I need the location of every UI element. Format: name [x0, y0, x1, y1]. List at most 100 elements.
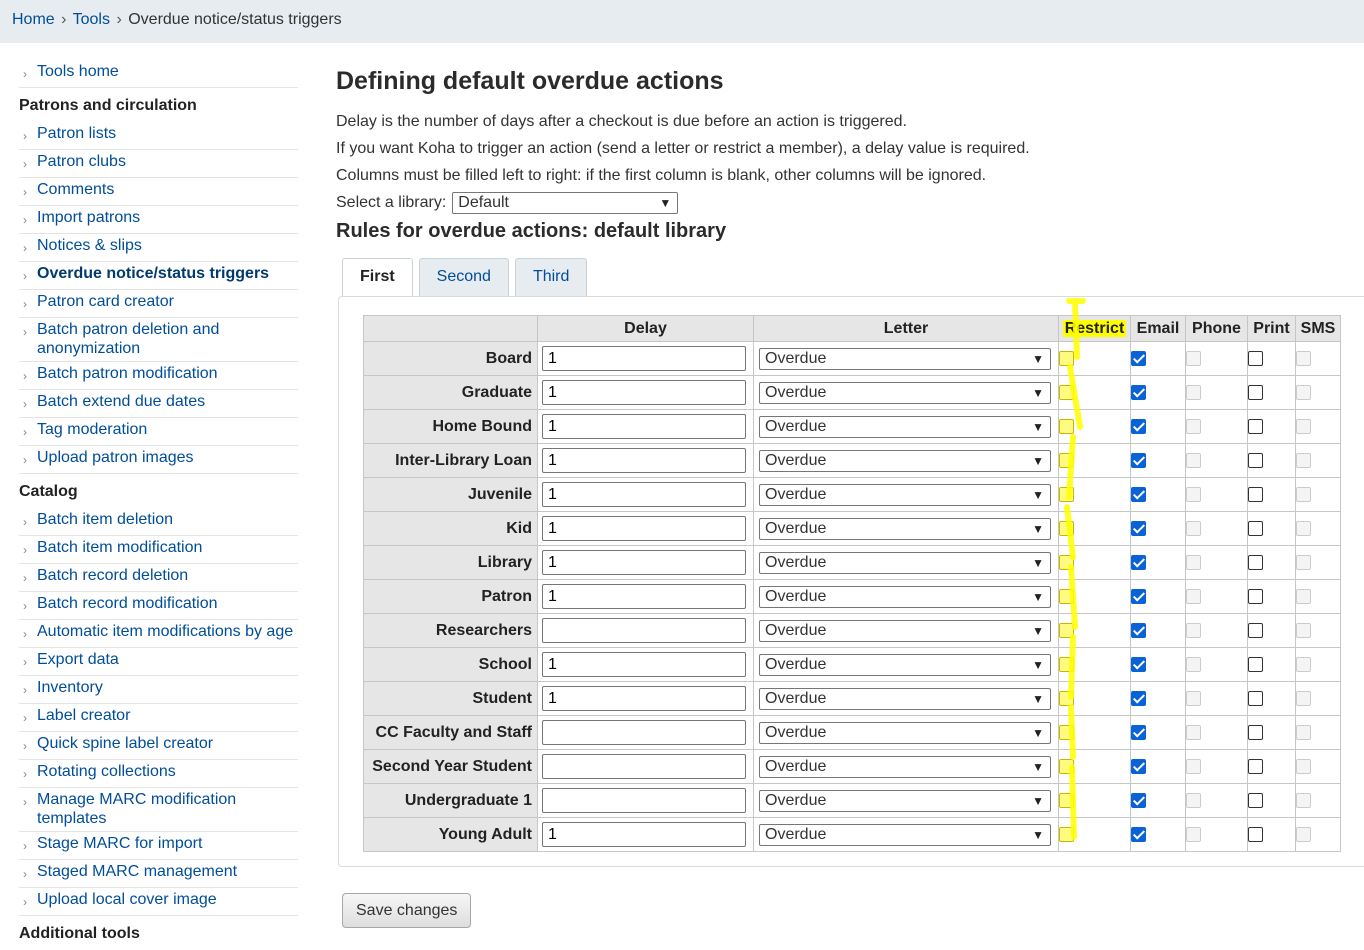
email-checkbox[interactable]	[1131, 622, 1146, 638]
sidebar-item[interactable]: › Batch record deletion	[19, 564, 298, 592]
sidebar-item[interactable]: › Batch item modification	[19, 536, 298, 564]
email-checkbox[interactable]	[1131, 588, 1146, 604]
sidebar-item-label[interactable]: Manage MARC modification templates	[37, 790, 298, 828]
restrict-checkbox[interactable]	[1059, 826, 1074, 842]
letter-select[interactable]: Overdue ▼	[759, 517, 1051, 540]
sidebar-item-label[interactable]: Upload local cover image	[37, 890, 217, 909]
restrict-checkbox[interactable]	[1059, 418, 1074, 434]
sidebar-item[interactable]: › Export data	[19, 648, 298, 676]
restrict-checkbox[interactable]	[1059, 350, 1074, 366]
sidebar-item[interactable]: › Batch patron modification	[19, 362, 298, 390]
restrict-checkbox[interactable]	[1059, 554, 1074, 570]
letter-select[interactable]: Overdue ▼	[759, 551, 1051, 574]
letter-select[interactable]: Overdue ▼	[759, 585, 1051, 608]
print-checkbox[interactable]	[1248, 554, 1263, 570]
sidebar-item-label[interactable]: Patron card creator	[37, 292, 174, 311]
sidebar-item[interactable]: › Comments	[19, 178, 298, 206]
delay-input[interactable]	[542, 652, 746, 677]
sidebar-item[interactable]: › Inventory	[19, 676, 298, 704]
email-checkbox[interactable]	[1131, 758, 1146, 774]
print-checkbox[interactable]	[1248, 418, 1263, 434]
sidebar-item[interactable]: › Import patrons	[19, 206, 298, 234]
print-checkbox[interactable]	[1248, 452, 1263, 468]
sidebar-item-label[interactable]: Upload patron images	[37, 448, 194, 467]
sidebar-item-label[interactable]: Patron lists	[37, 124, 116, 143]
email-checkbox[interactable]	[1131, 452, 1146, 468]
delay-input[interactable]	[542, 448, 746, 473]
sidebar-item[interactable]: › Patron card creator	[19, 290, 298, 318]
letter-select[interactable]: Overdue ▼	[759, 483, 1051, 506]
delay-input[interactable]	[542, 482, 746, 507]
print-checkbox[interactable]	[1248, 656, 1263, 672]
delay-input[interactable]	[542, 516, 746, 541]
sidebar-item[interactable]: › Label creator	[19, 704, 298, 732]
email-checkbox[interactable]	[1131, 826, 1146, 842]
restrict-checkbox[interactable]	[1059, 622, 1074, 638]
sidebar-item[interactable]: › Tag moderation	[19, 418, 298, 446]
email-checkbox[interactable]	[1131, 690, 1146, 706]
restrict-checkbox[interactable]	[1059, 690, 1074, 706]
sidebar-item-label[interactable]: Tools home	[37, 62, 119, 81]
sidebar-item-label[interactable]: Quick spine label creator	[37, 734, 213, 753]
print-checkbox[interactable]	[1248, 690, 1263, 706]
sidebar-item[interactable]: › Batch patron deletion and anonymization	[19, 318, 298, 362]
restrict-checkbox[interactable]	[1059, 520, 1074, 536]
letter-select[interactable]: Overdue ▼	[759, 823, 1051, 846]
sidebar-item[interactable]: › Patron lists	[19, 122, 298, 150]
print-checkbox[interactable]	[1248, 588, 1263, 604]
save-changes-button[interactable]: Save changes	[342, 893, 472, 928]
print-checkbox[interactable]	[1248, 724, 1263, 740]
sidebar-item-label[interactable]: Inventory	[37, 678, 103, 697]
sidebar-item[interactable]: › Batch record modification	[19, 592, 298, 620]
sidebar-item-label[interactable]: Label creator	[37, 706, 130, 725]
sidebar-item[interactable]: › Staged MARC management	[19, 860, 298, 888]
tab-third[interactable]: Third	[514, 258, 588, 296]
sidebar-item-label[interactable]: Import patrons	[37, 208, 140, 227]
print-checkbox[interactable]	[1248, 520, 1263, 536]
sidebar-item-label[interactable]: Notices & slips	[37, 236, 142, 255]
letter-select[interactable]: Overdue ▼	[759, 687, 1051, 710]
sidebar-item[interactable]: › Batch item deletion	[19, 508, 298, 536]
sidebar-item[interactable]: › Rotating collections	[19, 760, 298, 788]
restrict-checkbox[interactable]	[1059, 758, 1074, 774]
sidebar-item-tools-home[interactable]: › Tools home	[19, 60, 298, 88]
sidebar-item-label[interactable]: Patron clubs	[37, 152, 126, 171]
delay-input[interactable]	[542, 822, 746, 847]
letter-select[interactable]: Overdue ▼	[759, 415, 1051, 438]
tab-second[interactable]: Second	[418, 258, 509, 296]
email-checkbox[interactable]	[1131, 656, 1146, 672]
restrict-checkbox[interactable]	[1059, 656, 1074, 672]
sidebar-item-label[interactable]: Batch patron modification	[37, 364, 218, 383]
sidebar-item-label[interactable]: Stage MARC for import	[37, 834, 202, 853]
email-checkbox[interactable]	[1131, 384, 1146, 400]
library-select[interactable]: Default ▼	[452, 192, 679, 214]
sidebar-item[interactable]: › Stage MARC for import	[19, 832, 298, 860]
sidebar-item-label[interactable]: Overdue notice/status triggers	[37, 264, 269, 283]
delay-input[interactable]	[542, 788, 746, 813]
restrict-checkbox[interactable]	[1059, 792, 1074, 808]
sidebar-item[interactable]: › Batch extend due dates	[19, 390, 298, 418]
sidebar-item-label[interactable]: Batch patron deletion and anonymization	[37, 320, 298, 358]
delay-input[interactable]	[542, 550, 746, 575]
delay-input[interactable]	[542, 754, 746, 779]
email-checkbox[interactable]	[1131, 724, 1146, 740]
letter-select[interactable]: Overdue ▼	[759, 789, 1051, 812]
letter-select[interactable]: Overdue ▼	[759, 653, 1051, 676]
email-checkbox[interactable]	[1131, 554, 1146, 570]
delay-input[interactable]	[542, 720, 746, 745]
delay-input[interactable]	[542, 414, 746, 439]
sidebar-item-label[interactable]: Batch record modification	[37, 594, 218, 613]
delay-input[interactable]	[542, 686, 746, 711]
print-checkbox[interactable]	[1248, 486, 1263, 502]
sidebar-item[interactable]: › Automatic item modifications by age	[19, 620, 298, 648]
email-checkbox[interactable]	[1131, 486, 1146, 502]
sidebar-item[interactable]: › Upload patron images	[19, 446, 298, 474]
sidebar-item[interactable]: › Manage MARC modification templates	[19, 788, 298, 832]
letter-select[interactable]: Overdue ▼	[759, 755, 1051, 778]
email-checkbox[interactable]	[1131, 792, 1146, 808]
sidebar-item-label[interactable]: Batch item deletion	[37, 510, 173, 529]
sidebar-item[interactable]: › Overdue notice/status triggers	[19, 262, 298, 290]
letter-select[interactable]: Overdue ▼	[759, 619, 1051, 642]
delay-input[interactable]	[542, 346, 746, 371]
sidebar-item-label[interactable]: Batch extend due dates	[37, 392, 205, 411]
